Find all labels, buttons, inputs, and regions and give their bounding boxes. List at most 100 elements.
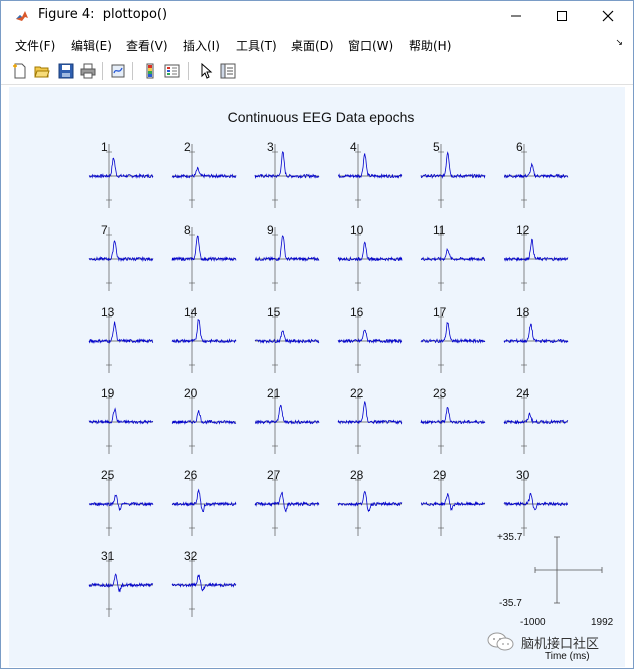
channel-trace — [503, 412, 569, 425]
channel-label: 14 — [184, 305, 198, 319]
channel-plot: 10 — [337, 223, 403, 291]
wechat-logo-icon — [487, 632, 514, 651]
channel-label: 25 — [101, 468, 115, 482]
channel-plot: 17 — [420, 305, 486, 373]
channel-label: 12 — [516, 223, 530, 237]
scale-y-min-label: -35.7 — [499, 598, 522, 609]
channel-trace — [337, 490, 403, 513]
channel-label: 31 — [101, 549, 115, 563]
channel-trace — [88, 494, 154, 512]
channel-plot: 5 — [420, 140, 486, 208]
channel-label: 7 — [101, 223, 108, 237]
watermark-text: 脑机接口社区 — [521, 636, 600, 652]
figure-window: Figure 4: plottopo() 文件(F) 编辑(E) 查看(V) 插… — [0, 0, 634, 669]
channel-plot: 13 — [88, 305, 154, 373]
channel-trace — [171, 574, 237, 592]
channel-label: 24 — [516, 386, 530, 400]
channel-plot: 26 — [171, 468, 237, 536]
channel-label: 1 — [101, 140, 108, 154]
channel-plot: 22 — [337, 386, 403, 454]
channel-label: 22 — [350, 386, 364, 400]
channel-plot: 30 — [503, 468, 568, 536]
channel-label: 30 — [516, 468, 530, 482]
channel-label: 21 — [267, 386, 281, 400]
channel-plot: 4 — [338, 140, 403, 208]
channel-label: 26 — [184, 468, 198, 482]
channel-plot: 18 — [503, 305, 569, 373]
channel-plot: 15 — [254, 305, 320, 373]
channel-trace — [254, 151, 320, 179]
channel-trace — [503, 323, 569, 344]
channel-trace — [254, 235, 320, 263]
channel-trace — [171, 488, 237, 512]
channel-label: 6 — [516, 140, 523, 154]
channel-trace — [88, 407, 154, 425]
channel-trace — [88, 573, 154, 593]
channel-trace — [337, 329, 403, 345]
channel-label: 13 — [101, 305, 115, 319]
channel-trace — [337, 241, 403, 262]
channel-label: 9 — [267, 223, 274, 237]
scale-bar — [534, 536, 603, 604]
channel-plot: 6 — [504, 140, 569, 208]
channel-plot: 14 — [171, 305, 237, 373]
channel-label: 2 — [184, 140, 191, 154]
channel-trace — [420, 151, 486, 179]
eeg-plot-grid: 1 2 3 4 5 67 8 9 10 11 1213 14 15 16 17 1819 20 21 22 23 242… — [88, 140, 603, 617]
scale-x-min-label: -1000 — [520, 617, 546, 628]
channel-label: 3 — [267, 140, 274, 154]
channel-label: 27 — [267, 468, 281, 482]
channel-trace — [338, 153, 403, 179]
watermark: 脑机接口社区 — [487, 631, 599, 653]
channel-plot: 3 — [254, 140, 320, 208]
channel-label: 8 — [184, 223, 191, 237]
channel-label: 11 — [433, 223, 446, 237]
channel-plot: 7 — [88, 223, 154, 291]
channel-plot: 19 — [88, 386, 154, 454]
channel-trace — [88, 321, 154, 344]
channel-label: 28 — [350, 468, 364, 482]
channel-trace — [171, 410, 237, 425]
channel-plot: 1 — [88, 140, 154, 208]
channel-plot: 28 — [337, 468, 403, 536]
channel-label: 15 — [267, 305, 281, 319]
channel-trace — [504, 162, 569, 179]
channel-label: 20 — [184, 386, 198, 400]
channel-plot: 2 — [171, 140, 237, 208]
channel-plot: 29 — [420, 468, 486, 536]
channel-label: 17 — [433, 305, 447, 319]
channel-label: 16 — [350, 305, 364, 319]
channel-trace — [420, 321, 486, 344]
channel-label: 4 — [350, 140, 357, 154]
channel-label: 10 — [350, 223, 364, 237]
channel-trace — [254, 404, 320, 425]
channel-label: 19 — [101, 386, 115, 400]
channel-trace — [420, 493, 486, 511]
channel-trace — [254, 330, 320, 345]
channel-plot: 16 — [337, 305, 403, 373]
channel-plot: 12 — [504, 223, 569, 291]
channel-trace — [420, 406, 486, 425]
scale-x-max-label: 1992 — [591, 617, 614, 628]
channel-label: 29 — [433, 468, 447, 482]
channel-plot: 31 — [88, 549, 154, 617]
channel-plot: 11 — [420, 223, 486, 291]
channel-label: 18 — [516, 305, 530, 319]
channel-plot: 25 — [88, 468, 154, 536]
channel-plot: 9 — [254, 223, 320, 291]
channel-plot: 21 — [254, 386, 320, 454]
channel-trace — [171, 235, 237, 262]
channel-trace — [88, 240, 154, 262]
channel-plot: 24 — [503, 386, 569, 454]
channel-trace — [337, 401, 403, 425]
channel-plot: 27 — [254, 468, 320, 536]
channel-trace — [503, 492, 568, 511]
channel-label: 23 — [433, 386, 447, 400]
channel-label: 32 — [184, 549, 198, 563]
channel-trace — [88, 157, 154, 179]
channel-trace — [254, 491, 320, 513]
channel-trace — [171, 318, 237, 344]
channel-plot: 8 — [171, 223, 237, 291]
scale-y-max-label: +35.7 — [497, 532, 523, 543]
channel-label: 5 — [433, 140, 440, 154]
